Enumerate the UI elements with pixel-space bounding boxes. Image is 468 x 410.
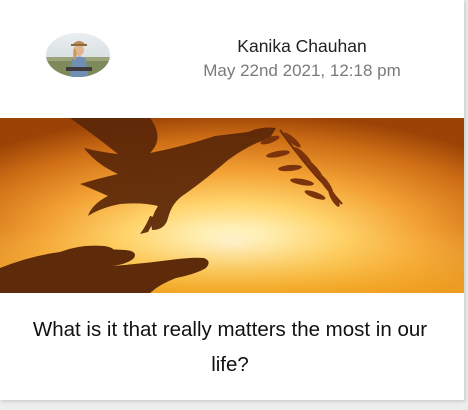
post-header: Kanika Chauhan May 22nd 2021, 12:18 pm [0, 0, 464, 118]
post-image[interactable] [0, 118, 464, 293]
post-timestamp: May 22nd 2021, 12:18 pm [203, 61, 401, 80]
dove-sunset-image-icon [0, 118, 464, 293]
avatar-photo-icon [46, 33, 110, 77]
post-card[interactable]: Kanika Chauhan May 22nd 2021, 12:18 pm W… [0, 0, 464, 400]
author-avatar[interactable] [46, 33, 110, 77]
post-title[interactable]: What is it that really matters the most … [20, 312, 440, 382]
author-name[interactable]: Kanika Chauhan [140, 36, 464, 57]
